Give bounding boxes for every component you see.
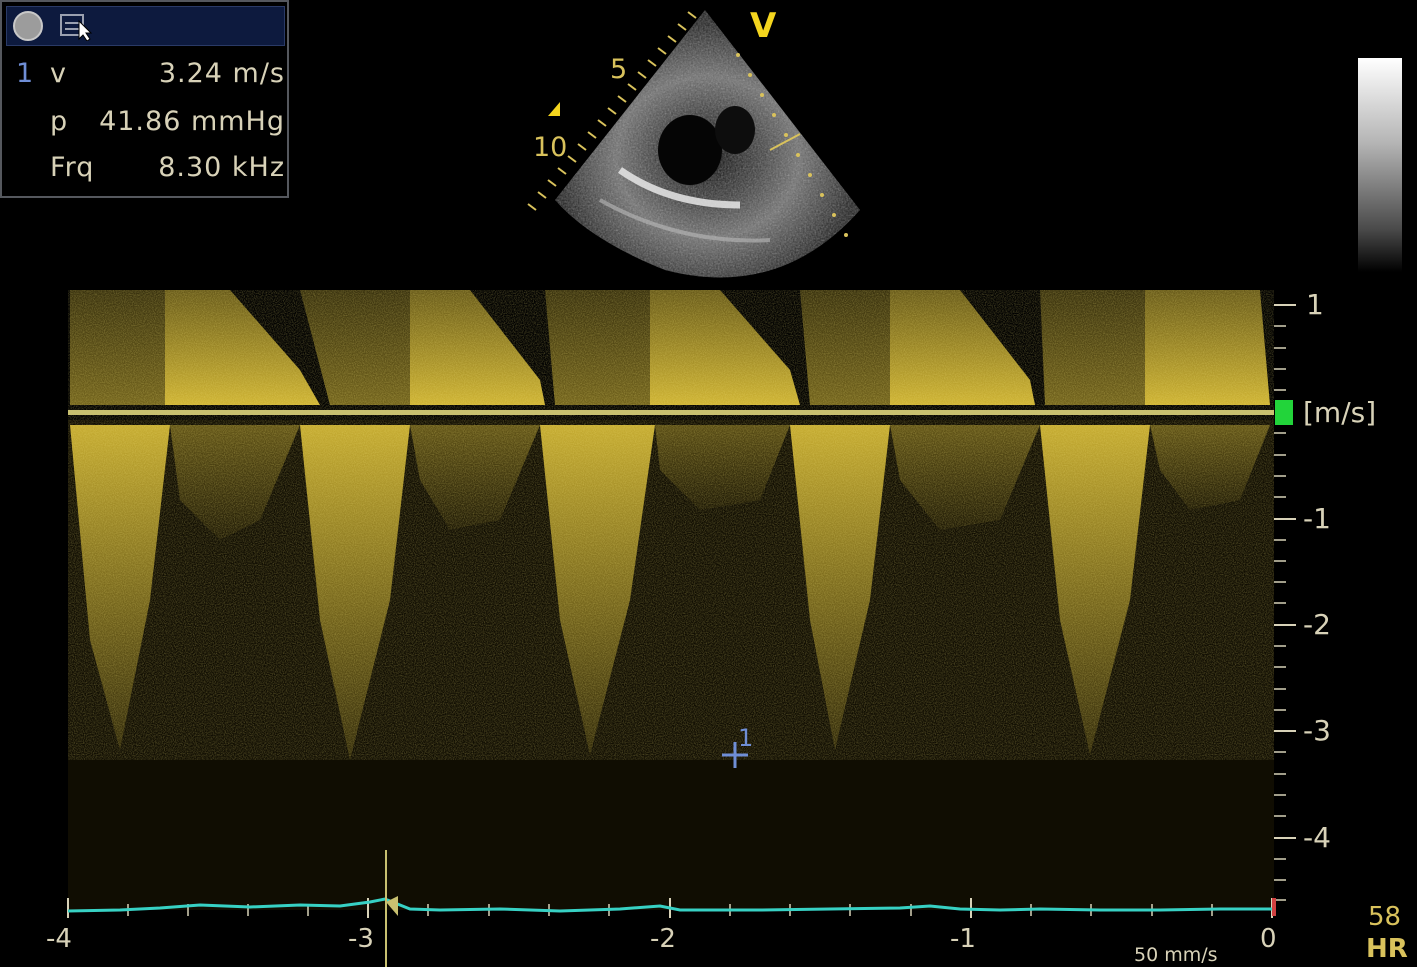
velocity-row: 1 v 3.24 m/s [2,58,291,98]
baseline-marker[interactable] [1275,400,1293,425]
velocity-tick-label: 1 [1306,288,1324,321]
heart-rate-label: HR [1366,934,1408,964]
measurement-index: 1 [16,58,35,89]
time-tick-label: -1 [950,924,976,954]
velocity-tick-label: -1 [1303,502,1331,535]
pressure-key: p [50,106,69,137]
panel-toolbar [6,6,285,46]
focus-marker-icon [548,102,560,116]
record-icon[interactable] [13,11,43,41]
heart-rate-value: 58 [1368,902,1402,932]
velocity-key: v [50,58,67,89]
pressure-row: p 41.86 mmHg [2,106,291,146]
frequency-row: Frq 8.30 kHz [2,152,291,192]
pressure-value: 41.86 mmHg [99,106,285,137]
depth-label: 5 [610,54,628,85]
frequency-value: 8.30 kHz [158,152,285,183]
frequency-key: Frq [50,152,95,183]
measurement-panel: 1 v 3.24 m/s p 41.86 mmHg Frq 8.30 kHz [0,0,289,198]
time-tick-label: -2 [650,924,676,954]
time-tick-label: -3 [348,924,374,954]
time-tick-label: -4 [46,924,72,954]
caliper-index-label: 1 [738,724,754,752]
view-label: V [750,6,777,46]
grayscale-bar [1358,58,1402,272]
measure-tool-icon[interactable] [59,11,93,41]
velocity-tick-label: -4 [1303,821,1331,854]
sweep-speed: 50 mm/s [1134,944,1218,966]
velocity-scale [1274,304,1296,901]
time-tick-label: 0 [1260,924,1277,954]
velocity-value: 3.24 m/s [158,58,285,89]
velocity-tick-label: -2 [1303,608,1331,641]
depth-label: 10 [533,132,568,163]
velocity-tick-label: -3 [1303,714,1331,747]
velocity-unit-label: [m/s] [1303,396,1377,429]
doppler-baseline [68,410,1274,415]
